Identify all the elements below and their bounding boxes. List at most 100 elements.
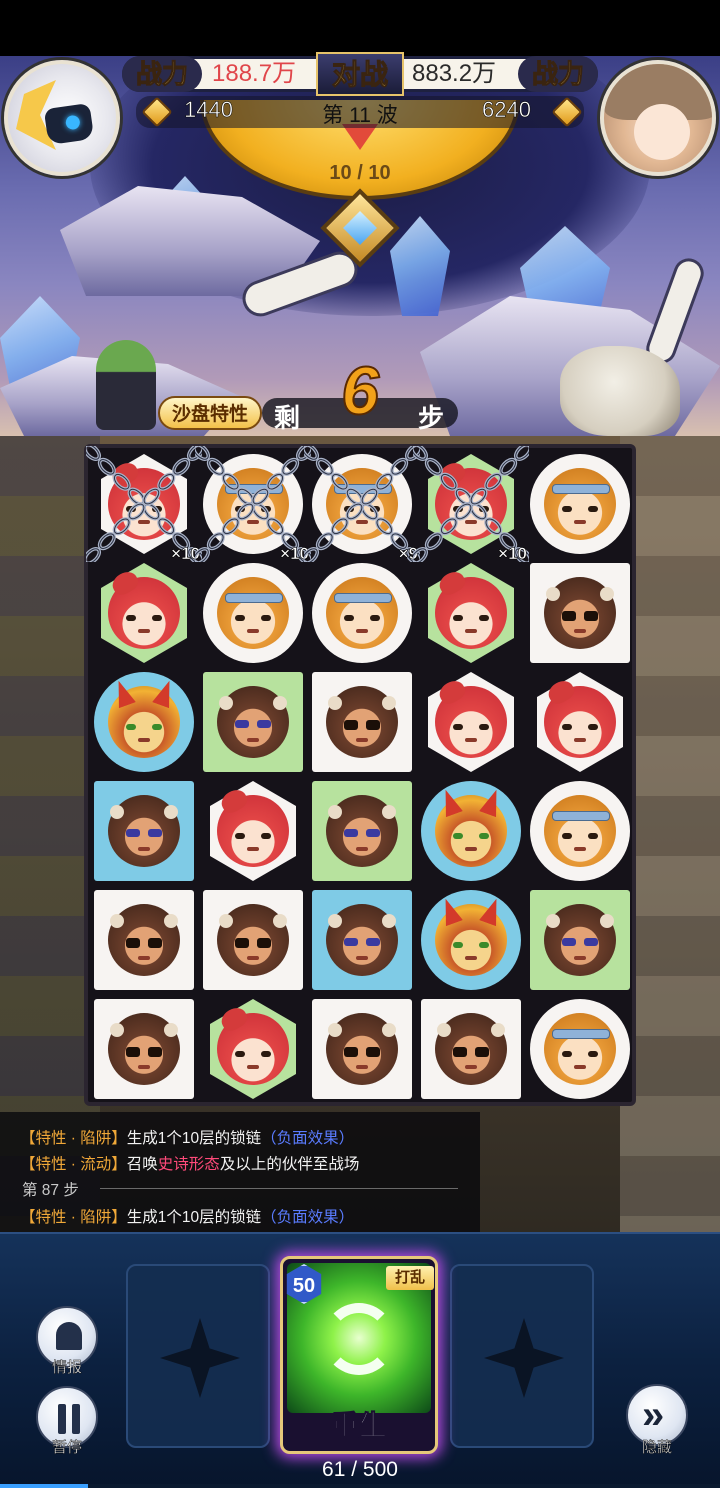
log-step-counter: 第 87 步	[22, 1182, 79, 1199]
board-tile[interactable]	[526, 995, 634, 1103]
hide-label: 隐藏	[641, 1439, 672, 1456]
log-divider	[100, 1188, 458, 1189]
monkey-hero-icon	[217, 577, 289, 649]
board-tile[interactable]	[90, 777, 198, 885]
wave-label: 第 11 波	[322, 104, 398, 127]
steps-remaining-prefix: 剩	[274, 403, 301, 433]
skill-tag: 打乱	[386, 1266, 434, 1290]
red-hero-icon	[217, 1013, 289, 1085]
bone	[642, 254, 708, 368]
skill-name: 重生	[330, 1410, 387, 1442]
board-tile[interactable]	[417, 886, 525, 994]
player-power: 188.7万	[212, 60, 297, 87]
log-tag: 【特性 · 流动】	[20, 1156, 127, 1173]
dark-hero-icon	[108, 904, 180, 976]
log-line: 【特性 · 陷阱】生成1个10层的锁链（负面效果）	[20, 1205, 354, 1227]
board-tile[interactable]	[308, 668, 416, 776]
board-tile[interactable]: ×10	[86, 446, 202, 563]
bottom-progress	[0, 1484, 720, 1488]
board-tile[interactable]	[90, 995, 198, 1103]
log-tag: 【特性 · 陷阱】	[20, 1130, 127, 1147]
log-text: 生成1个10层的锁链	[126, 1209, 262, 1226]
pause-icon	[58, 1404, 66, 1434]
board-tile[interactable]: ×9	[304, 446, 420, 563]
board-tile[interactable]	[308, 886, 416, 994]
log-tag: 【特性 · 陷阱】	[20, 1209, 127, 1226]
sandbox-trait-button[interactable]: 沙盘特性	[158, 396, 262, 430]
board-tile[interactable]	[90, 886, 198, 994]
steps-remaining-suffix: 步	[418, 403, 445, 433]
board-tile[interactable]	[526, 668, 634, 776]
player-power-label: 战力	[122, 56, 202, 92]
dark-hero-icon	[326, 795, 398, 867]
log-line: 【特性 · 流动】召唤史诗形态及以上的伙伴至战场	[20, 1152, 359, 1174]
empty-skill-slot[interactable]	[126, 1264, 270, 1448]
board-tile[interactable]	[199, 668, 307, 776]
gold-hero-icon	[108, 686, 180, 758]
dark-hero-icon	[326, 904, 398, 976]
red-hero-icon	[435, 577, 507, 649]
hero-unit	[96, 340, 156, 430]
enemy-coins: 6240	[482, 97, 531, 123]
energy-counter: 61 / 500	[322, 1458, 398, 1481]
board-tile[interactable]	[90, 559, 198, 667]
board-tile[interactable]	[199, 559, 307, 667]
dark-hero-icon	[435, 1013, 507, 1085]
enemy-avatar[interactable]	[600, 60, 716, 176]
board-tile[interactable]	[308, 559, 416, 667]
log-negative-link[interactable]: （负面效果）	[261, 1130, 354, 1147]
board-tile[interactable]	[526, 559, 634, 667]
steps-remaining-count: 6	[340, 352, 380, 430]
intel-label: 情报	[51, 1359, 82, 1376]
red-hero-icon	[435, 686, 507, 758]
player-avatar[interactable]	[4, 60, 120, 176]
board-tile[interactable]	[308, 777, 416, 885]
enemy-power: 883.2万	[412, 60, 497, 87]
log-text: 及以上的伙伴至战场	[219, 1156, 360, 1173]
dark-hero-icon	[108, 1013, 180, 1085]
log-epic-link[interactable]: 史诗形态	[158, 1156, 220, 1173]
board-tile[interactable]	[199, 995, 307, 1103]
log-line: 【特性 · 陷阱】生成1个10层的锁链（负面效果）	[20, 1126, 354, 1148]
gold-hero-icon	[435, 795, 507, 867]
board-tile[interactable]: ×10	[195, 446, 311, 563]
wave-progress: 10 / 10	[329, 162, 391, 184]
board-tile[interactable]	[90, 668, 198, 776]
dark-hero-icon	[108, 795, 180, 867]
log-text: 生成1个10层的锁链	[126, 1130, 262, 1147]
dark-hero-icon	[217, 686, 289, 758]
dark-hero-icon	[217, 904, 289, 976]
dark-hero-icon	[326, 686, 398, 758]
board-tile[interactable]	[417, 995, 525, 1103]
board-tile[interactable]	[526, 886, 634, 994]
board-tile[interactable]	[526, 777, 634, 885]
board-tile[interactable]	[417, 668, 525, 776]
enemy-unit	[560, 346, 680, 436]
empty-skill-slot[interactable]	[450, 1264, 594, 1448]
double-chevron-icon: »	[642, 1393, 665, 1437]
siren-icon	[56, 1322, 82, 1350]
puzzle-board: ×10 ×10 ×9 ×10	[84, 444, 636, 1106]
board-tile[interactable]: ×10	[413, 446, 529, 563]
board-tile[interactable]	[308, 995, 416, 1103]
gold-hero-icon	[435, 904, 507, 976]
log-negative-link[interactable]: （负面效果）	[261, 1209, 354, 1226]
board-tile[interactable]	[526, 450, 634, 558]
pause-label: 暂停	[51, 1439, 82, 1456]
monkey-hero-icon	[544, 1013, 616, 1085]
dark-hero-icon	[326, 1013, 398, 1085]
log-text: 召唤	[126, 1156, 158, 1173]
board-tile[interactable]	[199, 886, 307, 994]
red-hero-icon	[217, 795, 289, 867]
board-tile[interactable]	[417, 777, 525, 885]
status-bar-area	[0, 0, 720, 56]
board-tile[interactable]	[199, 777, 307, 885]
enemy-power-label: 战力	[518, 56, 598, 92]
monkey-hero-icon	[544, 468, 616, 540]
red-hero-icon	[544, 686, 616, 758]
dark-hero-icon	[544, 904, 616, 976]
vs-badge: 对战	[316, 52, 404, 96]
dark-hero-icon	[544, 577, 616, 649]
board-tile[interactable]	[417, 559, 525, 667]
player-coins: 1440	[184, 97, 233, 123]
